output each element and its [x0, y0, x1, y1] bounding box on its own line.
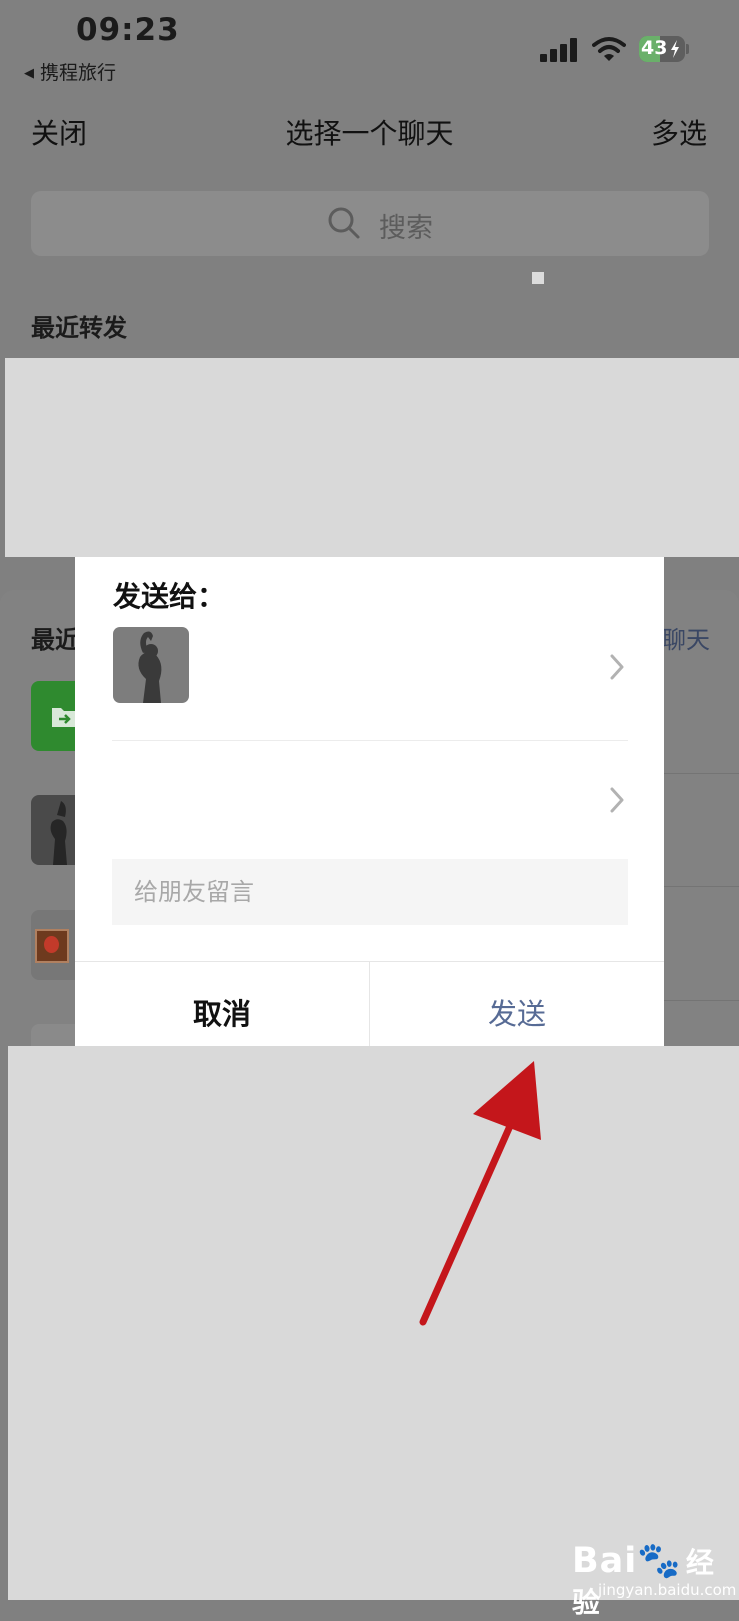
- watermark-logo-text: Bai: [572, 1541, 638, 1581]
- red-arrow-annotation-icon: [419, 1061, 541, 1326]
- paw-icon: 🐾: [637, 1541, 682, 1581]
- watermark-url: jingyan.baidu.com: [598, 1581, 737, 1599]
